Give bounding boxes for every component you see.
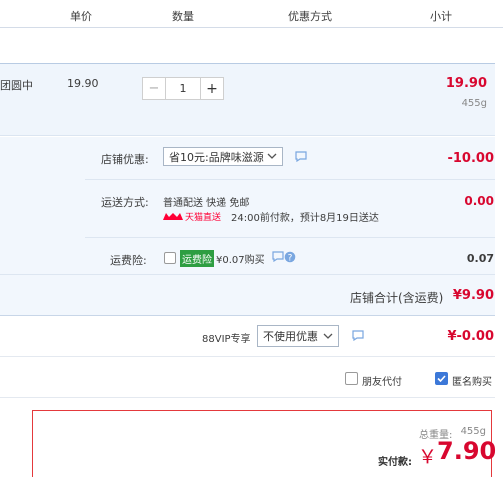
increase-button[interactable]: + [201,78,223,99]
shop-discount-label: 店铺优惠: [101,153,149,166]
shop-total-amount: ¥9.90 [452,288,494,303]
chevron-down-icon [323,333,333,339]
divider [85,179,495,180]
friend-pay-label: 朋友代付 [362,377,402,388]
item-status: 团圆中 [0,79,33,92]
chevron-down-icon [267,153,277,159]
col-discount: 优惠方式 [288,10,332,23]
currency-symbol: ￥ [418,446,438,468]
decrease-button[interactable]: − [143,78,165,99]
item-unit-price: 19.90 [67,77,99,90]
pay-label: 实付款: [378,457,412,468]
shipping-method: 普通配送 快递 免邮 [163,198,250,209]
pay-total: 7.90 [437,437,497,465]
table-header: 单价 数量 优惠方式 小计 [0,0,503,28]
divider [0,397,495,398]
anonymous-checkbox[interactable] [435,372,448,385]
friend-pay-checkbox[interactable] [345,372,358,385]
tmall-direct-badge: 天猫直送 [163,210,221,223]
col-quantity: 数量 [172,10,194,23]
col-subtotal: 小计 [430,10,452,23]
insurance-badge: 运费险 [180,250,214,267]
insurance-price: ¥0.07购买 [216,255,265,266]
shop-discount-amount: -10.00 [447,151,494,166]
insurance-amount: 0.07 [466,252,494,265]
vip-label: 88VIP专享 [202,334,251,345]
help-icon[interactable]: ? [284,251,296,263]
vip-selected: 不使用优惠 [263,330,318,343]
vip-select[interactable]: 不使用优惠 [257,325,339,347]
comment-icon[interactable] [352,330,364,341]
shop-discount-select[interactable]: 省10元:品牌味滋源 [163,147,283,166]
delivery-note: 24:00前付款，预计8月19日送达 [231,213,379,224]
divider [0,356,495,357]
shop-discount-selected: 省10元:品牌味滋源 [169,150,264,164]
total-weight: 455g [460,426,486,437]
insurance-checkbox[interactable] [164,252,176,264]
divider [0,274,495,275]
check-icon [437,375,446,383]
quantity-stepper: − 1 + [142,77,224,100]
item-subtotal: 19.90 [445,76,487,91]
anonymous-label: 匿名购买 [452,377,492,388]
col-unit-price: 单价 [70,10,92,23]
quantity-input[interactable]: 1 [165,78,201,99]
shipping-amount: 0.00 [464,194,494,208]
divider [85,237,495,238]
vip-amount: ¥-0.00 [447,329,494,344]
shop-total-label: 店铺合计(含运费) [350,291,444,305]
svg-text:?: ? [288,254,293,264]
comment-icon[interactable] [295,151,307,162]
tmall-logo-icon [163,213,183,220]
comment-icon[interactable] [272,251,284,262]
shipping-label: 运送方式: [101,196,149,209]
insurance-label: 运费险: [110,254,147,267]
item-weight: 455g [461,98,487,109]
cart-item-row [0,63,495,136]
